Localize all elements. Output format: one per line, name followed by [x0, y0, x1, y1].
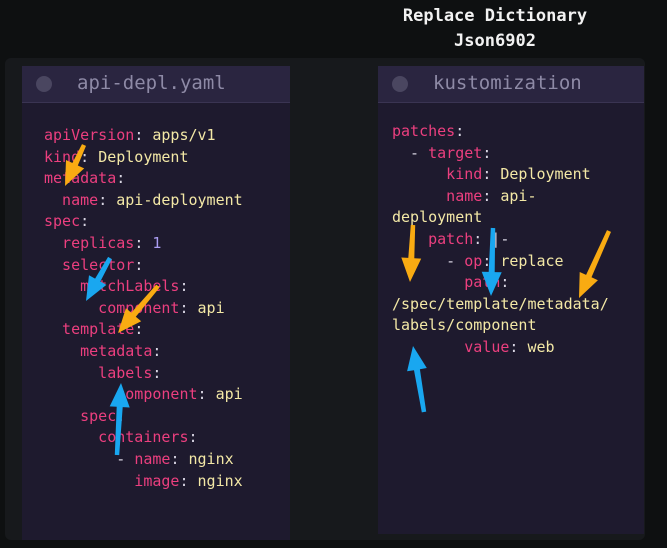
- annotation-arrows: [65, 144, 611, 456]
- arrow-orange-spec: [65, 144, 86, 186]
- arrow-orange-path-slash: [401, 224, 422, 282]
- arrow-orange-template: [118, 284, 160, 333]
- arrow-orange-metadata: [579, 230, 611, 298]
- arrow-blue-patch: [481, 227, 502, 296]
- arrow-blue-labels: [109, 383, 130, 456]
- arrow-blue-selector: [86, 256, 112, 301]
- arrow-blue-labels-component: [407, 346, 427, 413]
